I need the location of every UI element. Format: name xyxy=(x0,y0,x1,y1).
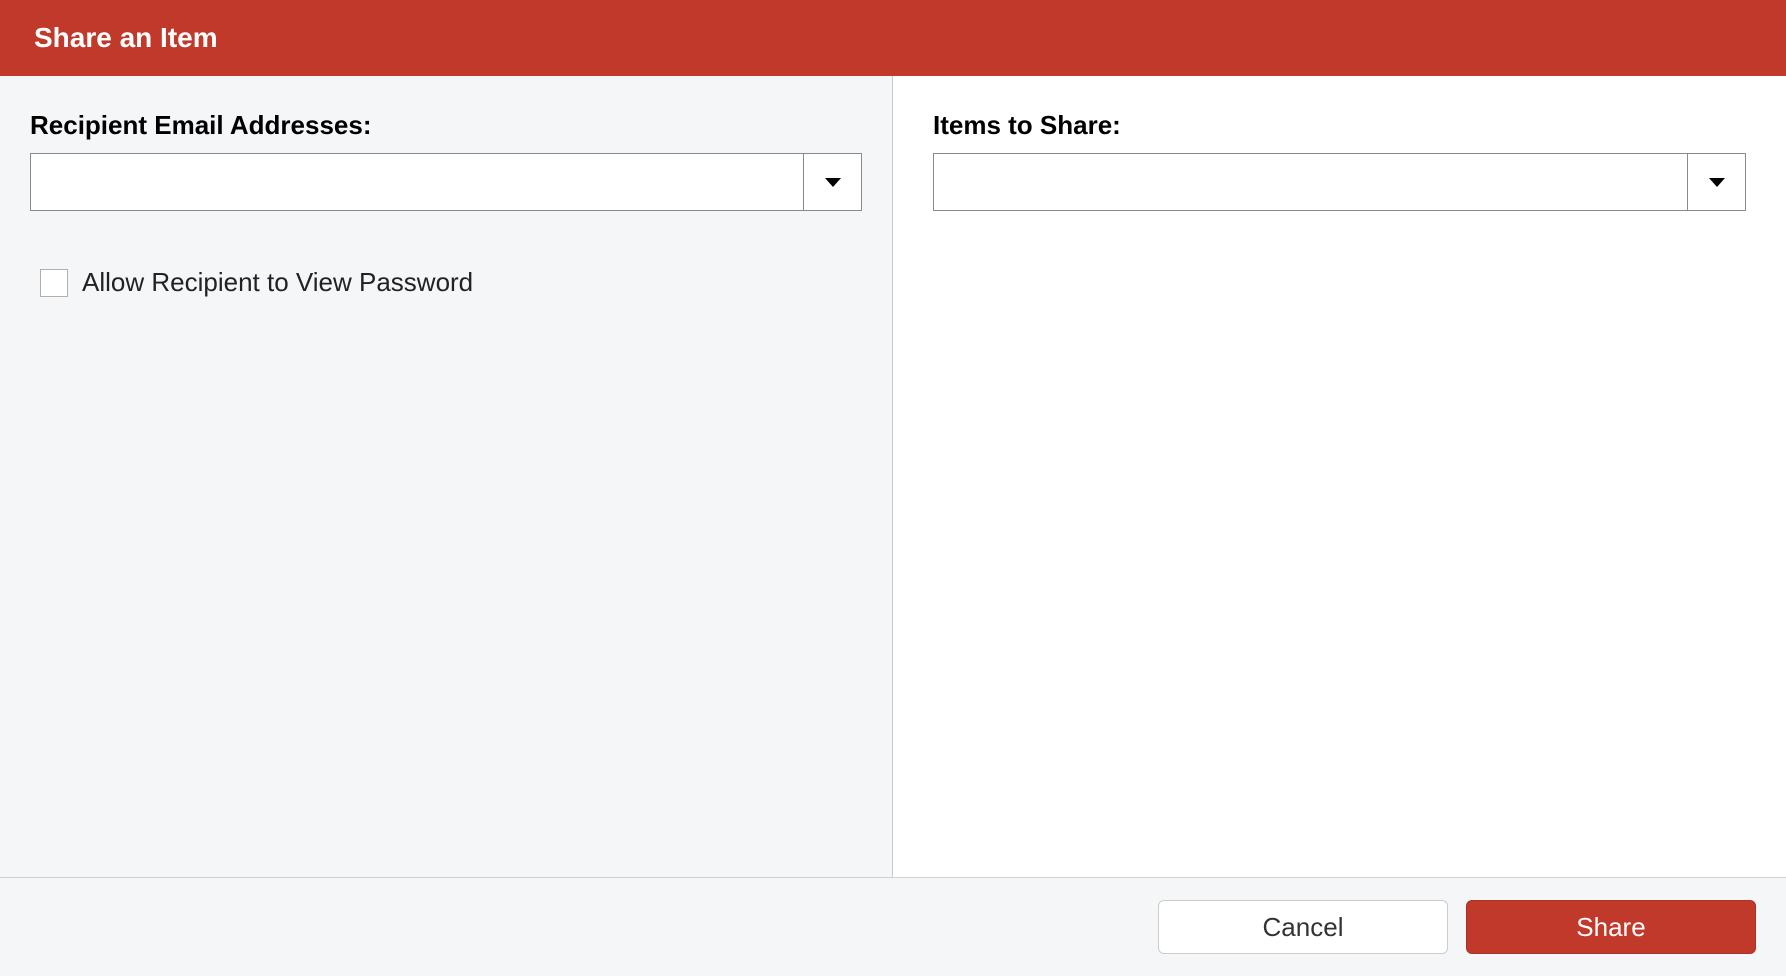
dialog-footer: Cancel Share xyxy=(0,878,1786,976)
items-input[interactable] xyxy=(934,154,1687,210)
recipients-label: Recipient Email Addresses: xyxy=(30,110,862,141)
recipients-dropdown-button[interactable] xyxy=(803,154,861,210)
allow-view-password-row: Allow Recipient to View Password xyxy=(30,267,862,298)
share-item-dialog: Share an Item Recipient Email Addresses:… xyxy=(0,0,1786,976)
items-panel: Items to Share: xyxy=(893,76,1786,877)
chevron-down-icon xyxy=(825,178,841,187)
cancel-button[interactable]: Cancel xyxy=(1158,900,1448,954)
dialog-title: Share an Item xyxy=(34,22,218,53)
allow-view-password-label: Allow Recipient to View Password xyxy=(82,267,473,298)
items-label: Items to Share: xyxy=(933,110,1746,141)
dialog-body: Recipient Email Addresses: Allow Recipie… xyxy=(0,76,1786,878)
items-dropdown-button[interactable] xyxy=(1687,154,1745,210)
items-combo[interactable] xyxy=(933,153,1746,211)
recipients-combo[interactable] xyxy=(30,153,862,211)
dialog-header: Share an Item xyxy=(0,0,1786,76)
recipients-panel: Recipient Email Addresses: Allow Recipie… xyxy=(0,76,893,877)
recipients-input[interactable] xyxy=(31,154,803,210)
chevron-down-icon xyxy=(1709,178,1725,187)
allow-view-password-checkbox[interactable] xyxy=(40,269,68,297)
share-button[interactable]: Share xyxy=(1466,900,1756,954)
